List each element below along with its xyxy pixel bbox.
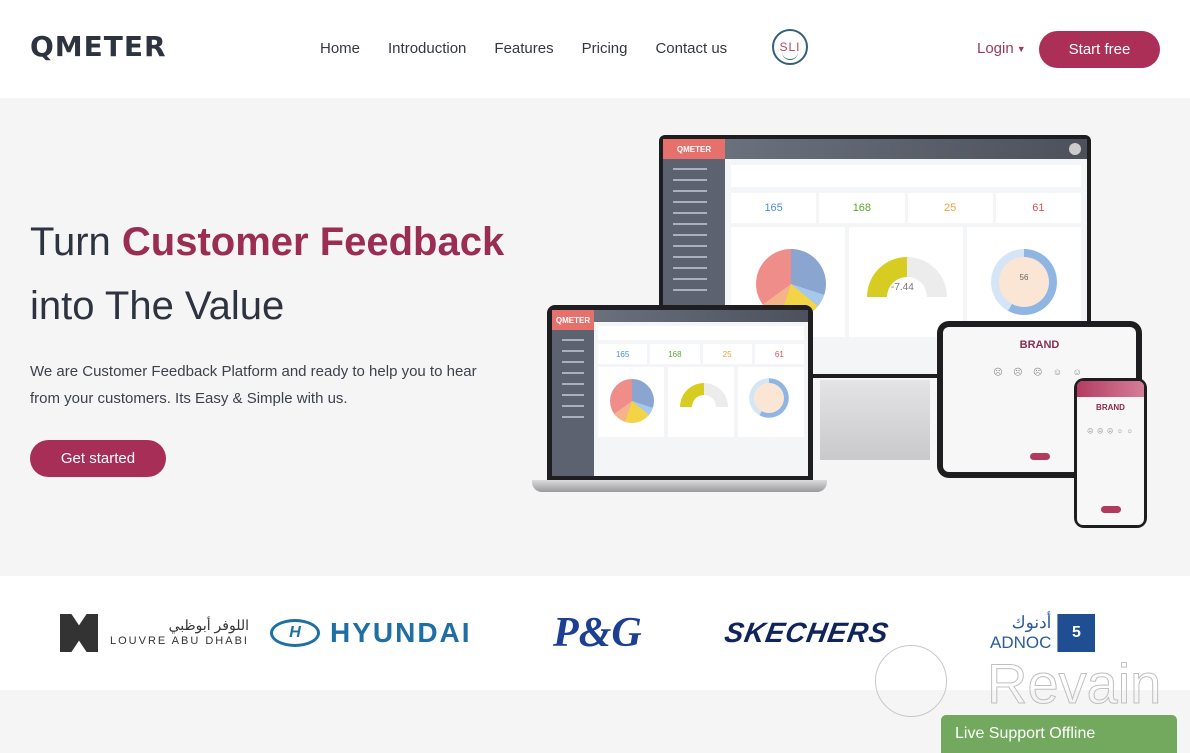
dashboard-brand: QMETER xyxy=(663,139,725,159)
donut-chart: 56 xyxy=(991,249,1057,315)
partner-logos: اللوفر أبوظبي LOUVRE ABU DHABI H HYUNDAI… xyxy=(0,576,1190,690)
dashboard-topbar xyxy=(725,139,1087,159)
start-free-button[interactable]: Start free xyxy=(1039,31,1160,68)
login-label: Login xyxy=(977,40,1014,57)
hero-subtext: We are Customer Feedback Platform and re… xyxy=(30,363,477,407)
headline-line2: into The Value xyxy=(30,284,285,328)
nav-pricing[interactable]: Pricing xyxy=(582,40,628,57)
tablet-submit xyxy=(1029,453,1050,460)
donut-card xyxy=(738,367,804,437)
laptop-brand: QMETER xyxy=(552,310,594,330)
stat-card: 168 xyxy=(819,193,905,223)
sli-badge-icon[interactable]: SLI xyxy=(772,29,808,65)
dashboard-filters xyxy=(731,165,1081,187)
gauge-card xyxy=(668,367,734,437)
pg-logo: P&G xyxy=(553,609,642,657)
laptop-filters xyxy=(598,326,804,340)
louvre-name: LOUVRE ABU DHABI xyxy=(110,635,249,647)
gauge-chart xyxy=(680,383,728,407)
hyundai-mark-icon: H xyxy=(270,619,320,647)
pie-chart xyxy=(610,379,654,423)
hyundai-logo: H HYUNDAI xyxy=(270,609,472,657)
gauge-value: -7.44 xyxy=(891,282,914,293)
nav-contact-us[interactable]: Contact us xyxy=(655,40,727,57)
main-nav: Home Introduction Features Pricing Conta… xyxy=(320,40,727,57)
nav-features[interactable]: Features xyxy=(494,40,553,57)
louvre-logo: اللوفر أبوظبي LOUVRE ABU DHABI xyxy=(60,609,249,657)
laptop-charts xyxy=(598,367,804,437)
rating-faces: ☹ ☹ ☹ ☺ ☺ xyxy=(1087,429,1134,435)
monitor-stand xyxy=(820,380,930,460)
laptop-mockup: QMETER 165 168 25 61 xyxy=(547,305,813,481)
login-dropdown[interactable]: Login ▼ xyxy=(977,40,1026,57)
phone-header xyxy=(1077,381,1144,397)
pie-card xyxy=(598,367,664,437)
nav-home[interactable]: Home xyxy=(320,40,360,57)
stat-card: 168 xyxy=(650,344,700,364)
phone-brand: BRAND xyxy=(1096,403,1125,412)
avatar xyxy=(1069,143,1081,155)
get-started-button[interactable]: Get started xyxy=(30,440,166,477)
site-header: QMETER Home Introduction Features Pricin… xyxy=(0,0,1190,98)
stat-card: 25 xyxy=(907,193,993,223)
laptop-stats: 165 168 25 61 xyxy=(598,344,804,364)
phone-screen: BRAND ☹ ☹ ☹ ☺ ☺ xyxy=(1077,381,1144,525)
smile-icon xyxy=(782,51,798,60)
dashboard-stats: 165 168 25 61 xyxy=(731,193,1081,223)
adnoc-name: ADNOC xyxy=(990,633,1052,652)
stat-card: 61 xyxy=(754,344,804,364)
stat-card: 25 xyxy=(702,344,752,364)
skechers-name: SKECHERS xyxy=(722,617,892,648)
pg-name: P&G xyxy=(553,610,642,656)
skechers-logo: SKECHERS xyxy=(722,609,892,657)
rating-faces: ☹ ☹ ☹ ☺ ☺ xyxy=(993,367,1086,377)
hero-headline: Turn Customer Feedback into The Value xyxy=(30,210,504,338)
headline-accent: Customer Feedback xyxy=(121,220,505,264)
laptop-sidebar: QMETER xyxy=(552,310,594,476)
phone-mockup: BRAND ☹ ☹ ☹ ☺ ☺ xyxy=(1074,378,1147,528)
adnoc-falcon-icon: 5 xyxy=(1057,614,1096,652)
stat-card: 165 xyxy=(731,193,817,223)
donut-chart xyxy=(749,378,789,418)
laptop-screen: QMETER 165 168 25 61 xyxy=(552,310,808,476)
adnoc-logo: أدنوك ADNOC 5 xyxy=(990,609,1096,657)
laptop-base xyxy=(532,480,827,492)
stat-card: 165 xyxy=(598,344,648,364)
adnoc-text: أدنوك ADNOC xyxy=(990,613,1051,653)
louvre-mark-icon xyxy=(60,614,98,652)
nav-introduction[interactable]: Introduction xyxy=(388,40,466,57)
louvre-text: اللوفر أبوظبي LOUVRE ABU DHABI xyxy=(110,617,249,649)
qmeter-logo[interactable]: QMETER xyxy=(30,30,167,64)
louvre-arabic: اللوفر أبوظبي xyxy=(168,617,249,633)
donut-value: 56 xyxy=(1019,273,1029,282)
phone-submit xyxy=(1100,506,1121,513)
live-support-widget[interactable]: Live Support Offline xyxy=(941,715,1177,753)
laptop-main: 165 168 25 61 xyxy=(594,310,808,476)
headline-prefix: Turn xyxy=(30,220,122,264)
chevron-down-icon: ▼ xyxy=(1016,44,1026,55)
laptop-topbar xyxy=(594,310,808,322)
tablet-brand: BRAND xyxy=(1019,339,1060,351)
stat-card: 61 xyxy=(995,193,1081,223)
adnoc-arabic: أدنوك xyxy=(1011,613,1052,632)
hyundai-name: HYUNDAI xyxy=(330,617,472,648)
